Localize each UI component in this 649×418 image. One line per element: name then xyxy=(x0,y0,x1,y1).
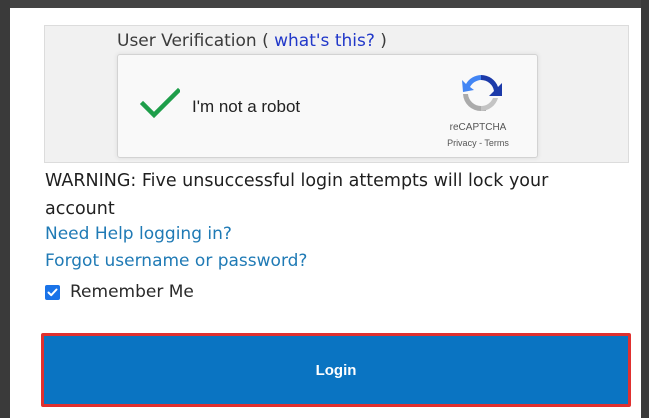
recaptcha-widget: I'm not a robot reCAPTCHA Privacy - Term… xyxy=(117,54,538,158)
login-button[interactable]: Login xyxy=(44,336,628,404)
login-button-outline: Login xyxy=(41,333,631,407)
user-verification-title: User Verification ( what's this? ) xyxy=(117,31,387,51)
not-a-robot-label: I'm not a robot xyxy=(192,97,301,116)
recaptcha-brand: reCAPTCHA xyxy=(449,122,507,133)
window-top-border xyxy=(0,0,649,8)
whats-this-link[interactable]: what's this? xyxy=(274,31,375,51)
recaptcha-logo-icon xyxy=(462,74,502,112)
verification-title-suffix: ) xyxy=(380,31,387,51)
recaptcha-privacy-link[interactable]: Privacy xyxy=(447,138,477,148)
verification-title-prefix: User Verification ( xyxy=(117,31,269,51)
check-icon xyxy=(47,288,58,296)
window-right-border xyxy=(641,0,649,418)
remember-me-row[interactable]: Remember Me xyxy=(45,281,194,303)
forgot-credentials-link[interactable]: Forgot username or password? xyxy=(45,251,307,271)
recaptcha-terms-link[interactable]: Terms xyxy=(484,138,509,148)
window-left-border xyxy=(0,0,10,418)
checkmark-icon[interactable] xyxy=(140,87,180,119)
need-help-link[interactable]: Need Help logging in? xyxy=(45,224,232,244)
remember-me-label: Remember Me xyxy=(70,282,194,302)
lockout-warning: WARNING: Five unsuccessful login attempt… xyxy=(45,171,549,219)
remember-me-checkbox[interactable] xyxy=(45,284,60,300)
window-inner-top xyxy=(10,8,641,10)
recaptcha-links: Privacy - Terms xyxy=(423,138,533,148)
user-verification-panel: User Verification ( what's this? ) I'm n… xyxy=(44,25,629,163)
